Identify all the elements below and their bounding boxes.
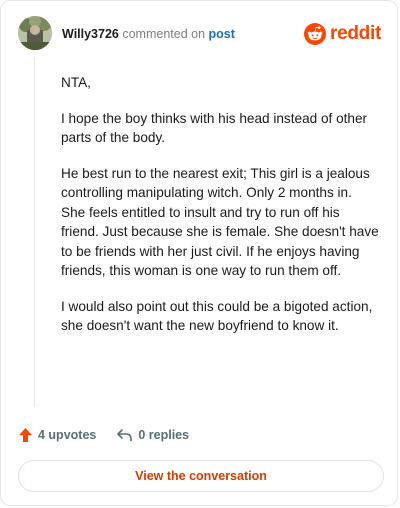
avatar[interactable] xyxy=(18,16,52,50)
reply-count: 0 replies xyxy=(138,428,190,442)
thread-line xyxy=(34,57,35,407)
upvote-button[interactable]: 4 upvotes xyxy=(18,427,96,443)
comment-meta: Willy3726 commented on post xyxy=(62,26,235,42)
comment-paragraph: NTA, xyxy=(61,75,91,90)
upvote-count: 4 upvotes xyxy=(38,428,97,442)
reply-arrow-icon xyxy=(117,429,133,442)
username[interactable]: Willy3726 xyxy=(62,27,119,41)
reddit-snoo-icon xyxy=(304,23,327,45)
comment-paragraph: He best run to the nearest exit; This gi… xyxy=(61,165,379,279)
comment-header: Willy3726 commented on post reddit xyxy=(18,16,383,52)
comment-body: NTA, I hope the boy thinks with his head… xyxy=(61,73,379,352)
upvote-arrow-icon xyxy=(19,428,32,442)
replies-button[interactable]: 0 replies xyxy=(116,428,189,442)
commented-on-text: commented on xyxy=(122,27,206,41)
post-link[interactable]: post xyxy=(209,27,235,41)
comment-actions: 4 upvotes 0 replies xyxy=(18,427,189,443)
view-conversation-button[interactable]: View the conversation xyxy=(18,460,384,492)
user-avatar-icon xyxy=(18,16,52,50)
comment-paragraph: I would also point out this could be a b… xyxy=(61,298,373,334)
comment-card: Willy3726 commented on post reddit NTA, … xyxy=(0,0,398,506)
reddit-logo[interactable]: reddit xyxy=(304,22,381,46)
comment-paragraph: I hope the boy thinks with his head inst… xyxy=(61,110,368,146)
reddit-wordmark: reddit xyxy=(330,23,381,44)
